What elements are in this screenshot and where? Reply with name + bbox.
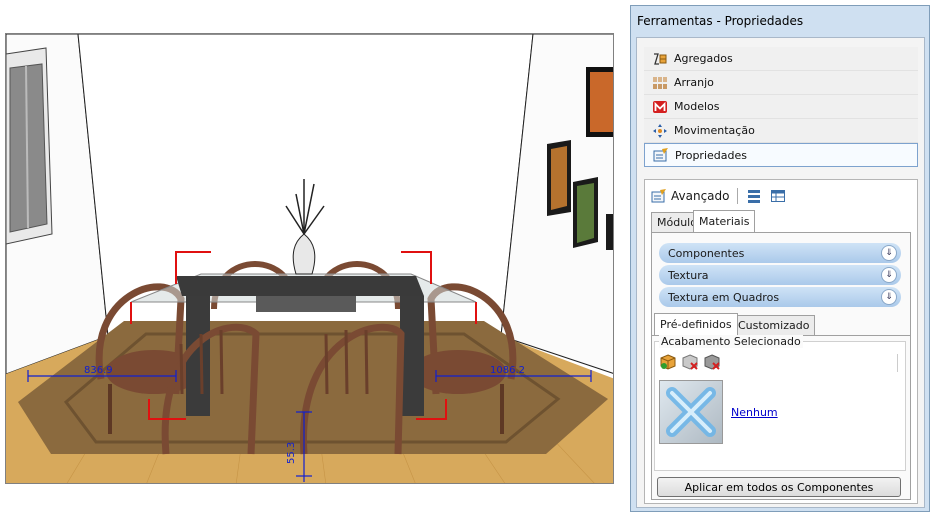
- models-icon: [653, 100, 667, 113]
- dimension-label-left: 836.9: [84, 365, 113, 376]
- toolbar-separator: [737, 188, 739, 204]
- dining-room-render: 836.9 1086.2 55.3: [6, 34, 613, 483]
- panel-content: Agregados Arranjo Modelos Movimentação P…: [636, 37, 925, 508]
- nav-item-label: Propriedades: [675, 148, 747, 162]
- properties-icon: [653, 148, 668, 162]
- materials-tab-body: Componentes ⇓ Textura ⇓ Textura em Quadr…: [651, 232, 911, 500]
- window: [6, 47, 53, 245]
- aggregates-icon: [654, 52, 667, 65]
- nav-item-propriedades[interactable]: Propriedades: [644, 143, 918, 167]
- properties-toolbar: Avançado: [651, 186, 786, 206]
- grid-view-icon[interactable]: [770, 188, 786, 204]
- nav-item-label: Arranjo: [674, 76, 714, 89]
- dimension-label-height: 55.3: [286, 442, 297, 464]
- accordion-componentes[interactable]: Componentes ⇓: [659, 243, 901, 263]
- chevron-down-icon: ⇓: [881, 289, 897, 305]
- list-view-icon[interactable]: [746, 188, 762, 204]
- accordion-textura-em-quadros[interactable]: Textura em Quadros ⇓: [659, 287, 901, 307]
- accordion-label: Textura: [668, 268, 709, 282]
- nav-item-label: Agregados: [674, 52, 733, 65]
- advanced-label: Avançado: [671, 189, 730, 203]
- advanced-icon[interactable]: [651, 188, 667, 204]
- finish-name-link[interactable]: Nenhum: [731, 406, 778, 419]
- apply-all-button[interactable]: Aplicar em todos os Componentes: [657, 477, 901, 497]
- arrangement-icon: [653, 76, 667, 89]
- add-material-icon[interactable]: [660, 354, 676, 370]
- nav-item-movimentacao[interactable]: Movimentação: [644, 119, 918, 143]
- window-title: Ferramentas - Propriedades: [637, 14, 804, 28]
- selected-finish-title: Acabamento Selecionado: [659, 335, 803, 348]
- chevron-down-icon: ⇓: [881, 245, 897, 261]
- nav-item-modelos[interactable]: Modelos: [644, 95, 918, 119]
- clear-material-icon[interactable]: [704, 354, 720, 370]
- scene-viewport[interactable]: 836.9 1086.2 55.3: [5, 33, 614, 484]
- chevron-down-icon: ⇓: [881, 267, 897, 283]
- nav-item-arranjo[interactable]: Arranjo: [644, 71, 918, 95]
- remove-material-icon[interactable]: [682, 354, 698, 370]
- selected-finish-group: Nenhum: [654, 341, 906, 471]
- dimension-label-right: 1086.2: [490, 365, 525, 376]
- accordion-textura[interactable]: Textura ⇓: [659, 265, 901, 285]
- tool-window: Ferramentas - Propriedades Agregados Arr…: [630, 5, 930, 512]
- tab-materiais[interactable]: Materiais: [693, 210, 756, 232]
- nav-item-label: Movimentação: [674, 124, 755, 137]
- toolbar-separator: [897, 354, 898, 372]
- move-icon: [653, 123, 667, 138]
- none-material-icon: [666, 387, 716, 437]
- accordion-label: Componentes: [668, 246, 745, 260]
- subtab-customizado[interactable]: Customizado: [732, 315, 816, 335]
- nav-item-agregados[interactable]: Agregados: [644, 47, 918, 71]
- properties-frame: Avançado Módulo Materiais Componentes ⇓ …: [644, 179, 918, 504]
- subtab-pre-definidos[interactable]: Pré-definidos: [654, 313, 738, 335]
- finish-toolbar: [660, 354, 720, 370]
- nav-item-label: Modelos: [674, 100, 720, 113]
- accordion-label: Textura em Quadros: [668, 290, 780, 304]
- finish-thumbnail[interactable]: [659, 380, 723, 444]
